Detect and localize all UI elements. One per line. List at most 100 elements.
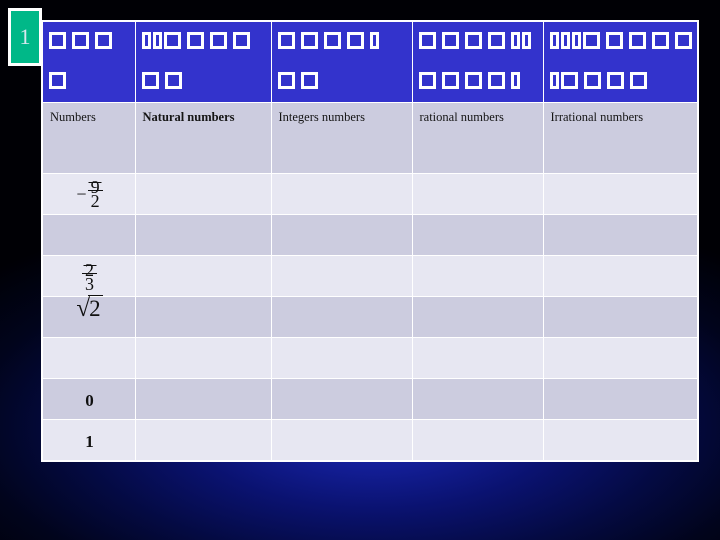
radical-glyph: √ bbox=[76, 295, 91, 322]
fraction-bar bbox=[87, 190, 103, 191]
table-row[interactable]: 1 bbox=[41, 419, 699, 461]
table-row[interactable]: −9 2 bbox=[41, 173, 699, 215]
column-title-rational-numbers: rational numbers bbox=[411, 102, 544, 174]
missing-glyph-box bbox=[300, 31, 318, 49]
cell-irrational[interactable] bbox=[542, 337, 699, 379]
fraction: 23 bbox=[82, 259, 97, 294]
missing-glyph-box bbox=[277, 31, 295, 49]
cell-natural[interactable] bbox=[134, 173, 272, 215]
column-title-integers-numbers: Integers numbers bbox=[270, 102, 413, 174]
cell-natural[interactable] bbox=[134, 296, 272, 338]
fraction-bar bbox=[82, 273, 97, 274]
cell-natural[interactable] bbox=[134, 337, 272, 379]
table-row[interactable] bbox=[41, 337, 699, 379]
header-band-cell-5 bbox=[542, 20, 699, 103]
missing-glyph-box bbox=[487, 71, 505, 89]
cell-rational[interactable] bbox=[411, 255, 544, 297]
value-text: 0 bbox=[85, 391, 94, 410]
cell-integers[interactable] bbox=[270, 255, 413, 297]
tofu-line-1b bbox=[43, 62, 135, 102]
overstrike-artifact bbox=[83, 265, 96, 266]
tofu-line-4a bbox=[413, 22, 543, 62]
missing-glyph-box bbox=[549, 71, 559, 89]
fraction-neg-nine-halves: −9 2 bbox=[43, 176, 136, 211]
cell-integers[interactable] bbox=[270, 337, 413, 379]
missing-glyph-box bbox=[232, 31, 250, 49]
cell-natural[interactable] bbox=[134, 214, 272, 256]
tofu-line-1a bbox=[43, 22, 135, 62]
cell-irrational[interactable] bbox=[542, 296, 699, 338]
missing-glyph-box bbox=[560, 31, 570, 49]
tofu-line-2b bbox=[136, 62, 271, 102]
missing-glyph-box bbox=[628, 31, 646, 49]
table-column-title-row: Numbers Natural numbers Integers numbers… bbox=[41, 102, 699, 174]
cell-natural[interactable] bbox=[134, 378, 272, 420]
missing-glyph-box bbox=[369, 31, 379, 49]
missing-glyph-box bbox=[186, 31, 204, 49]
tofu-line-5b bbox=[544, 62, 698, 102]
missing-glyph-box bbox=[164, 71, 182, 89]
missing-glyph-box bbox=[651, 31, 669, 49]
tofu-line-3a bbox=[272, 22, 412, 62]
value-cell-zero: 0 bbox=[41, 378, 136, 420]
value-text: 1 bbox=[85, 432, 94, 451]
cell-irrational[interactable] bbox=[542, 419, 699, 461]
missing-glyph-box bbox=[441, 31, 459, 49]
missing-glyph-box bbox=[346, 31, 364, 49]
missing-glyph-box bbox=[49, 31, 66, 49]
cell-integers[interactable] bbox=[270, 419, 413, 461]
radicand: 2 bbox=[88, 295, 103, 321]
missing-glyph-box bbox=[582, 31, 600, 49]
value-cell-empty-1 bbox=[41, 214, 136, 256]
cell-natural[interactable] bbox=[134, 419, 272, 461]
cell-integers[interactable] bbox=[270, 173, 413, 215]
header-band-cell-1 bbox=[41, 20, 136, 103]
cell-rational[interactable] bbox=[411, 337, 544, 379]
missing-glyph-box bbox=[418, 71, 436, 89]
cell-irrational[interactable] bbox=[542, 255, 699, 297]
cell-integers[interactable] bbox=[270, 378, 413, 420]
radical-sqrt-two: √2 bbox=[43, 295, 136, 323]
header-band-cell-3 bbox=[270, 20, 413, 103]
cell-rational[interactable] bbox=[411, 419, 544, 461]
missing-glyph-box bbox=[152, 31, 162, 49]
cell-integers[interactable] bbox=[270, 296, 413, 338]
header-band-cell-4 bbox=[411, 20, 544, 103]
cell-irrational[interactable] bbox=[542, 173, 699, 215]
fraction-denominator: 3 bbox=[85, 274, 94, 294]
cell-integers[interactable] bbox=[270, 214, 413, 256]
missing-glyph-box bbox=[141, 31, 151, 49]
value-cell-one: 1 bbox=[41, 419, 136, 461]
column-title-numbers: Numbers bbox=[41, 102, 136, 174]
tofu-line-4b bbox=[413, 62, 543, 102]
missing-glyph-box bbox=[549, 31, 559, 49]
missing-glyph-box bbox=[209, 31, 227, 49]
fraction-denominator: 2 bbox=[90, 191, 100, 211]
missing-glyph-box bbox=[95, 31, 112, 49]
value-cell-empty-2 bbox=[41, 337, 136, 379]
missing-glyph-box bbox=[72, 31, 89, 49]
cell-rational[interactable] bbox=[411, 173, 544, 215]
cell-natural[interactable] bbox=[134, 255, 272, 297]
value-zero: 0 bbox=[43, 390, 136, 412]
cell-rational[interactable] bbox=[411, 214, 544, 256]
table-row[interactable]: √2 bbox=[41, 295, 699, 338]
missing-glyph-box bbox=[464, 71, 482, 89]
missing-glyph-box bbox=[163, 31, 181, 49]
missing-glyph-box bbox=[464, 31, 482, 49]
overstrike-artifact bbox=[88, 182, 102, 183]
slide-canvas: 1 Numbers Natural numbers Integers numbe… bbox=[0, 0, 720, 540]
cell-rational[interactable] bbox=[411, 378, 544, 420]
missing-glyph-box bbox=[583, 71, 601, 89]
missing-glyph-box bbox=[571, 31, 581, 49]
cell-irrational[interactable] bbox=[542, 378, 699, 420]
table-row[interactable]: 23 bbox=[41, 255, 699, 297]
cell-rational[interactable] bbox=[411, 296, 544, 338]
tofu-line-5a bbox=[544, 22, 698, 62]
missing-glyph-box bbox=[487, 31, 505, 49]
missing-glyph-box bbox=[521, 31, 531, 49]
table-row[interactable] bbox=[41, 214, 699, 256]
cell-irrational[interactable] bbox=[542, 214, 699, 256]
fraction-numerator: 9 bbox=[88, 177, 102, 197]
table-row[interactable]: 0 bbox=[41, 378, 699, 420]
